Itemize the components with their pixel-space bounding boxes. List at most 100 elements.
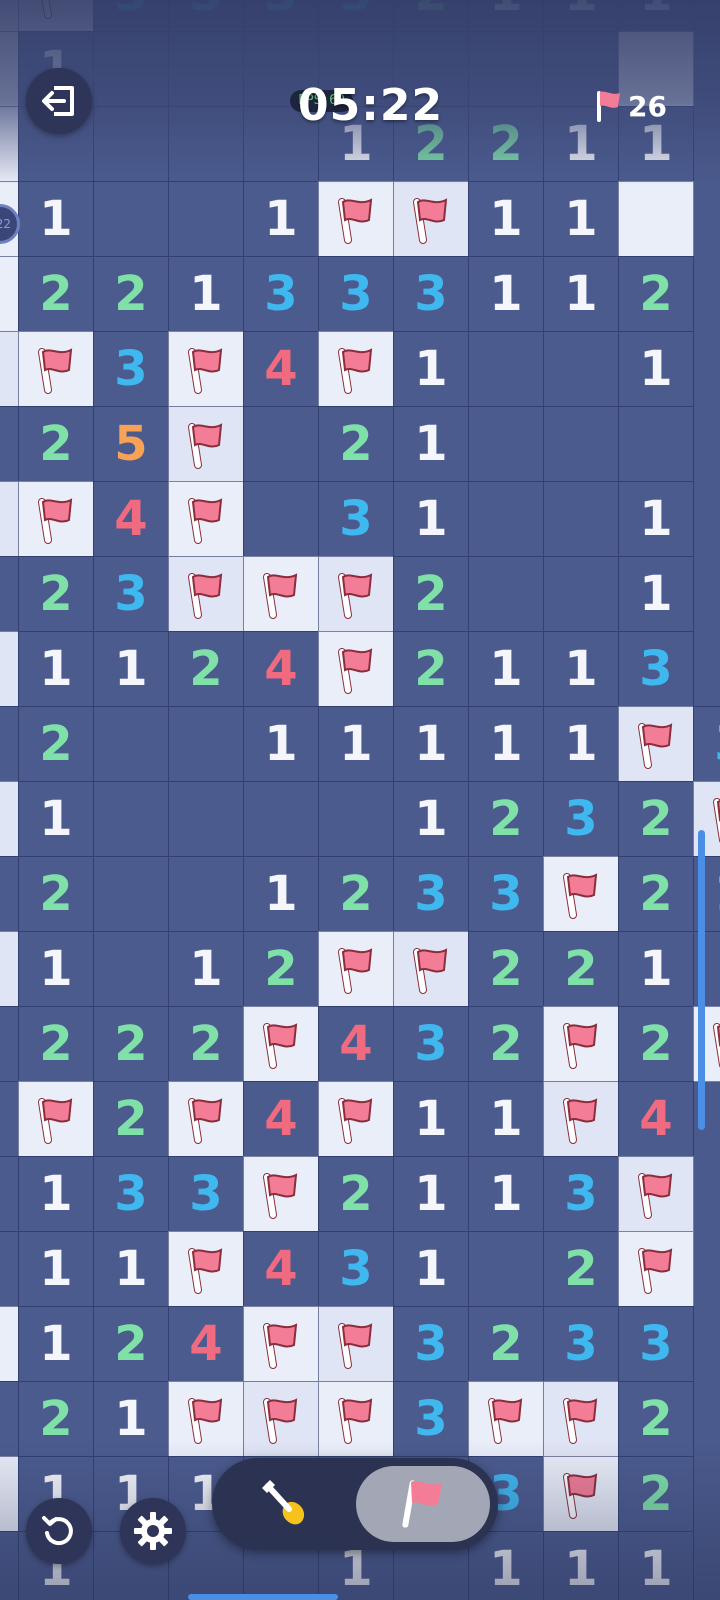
covered-cell[interactable] <box>0 31 19 107</box>
empty-cell[interactable] <box>0 856 19 932</box>
number-cell[interactable]: 3 <box>93 0 169 32</box>
number-cell[interactable]: 3 <box>543 781 619 857</box>
number-cell[interactable]: 4 <box>243 1081 319 1157</box>
number-cell[interactable]: 2 <box>93 1081 169 1157</box>
flagged-cell[interactable] <box>0 631 19 707</box>
flagged-cell[interactable] <box>393 931 469 1007</box>
empty-cell[interactable] <box>243 781 319 857</box>
flagged-cell[interactable] <box>618 706 694 782</box>
flagged-cell[interactable] <box>618 1156 694 1232</box>
number-cell[interactable]: 3 <box>543 1156 619 1232</box>
number-cell[interactable]: 1 <box>468 631 544 707</box>
empty-cell[interactable] <box>0 1381 19 1457</box>
number-cell[interactable]: 5 <box>93 406 169 482</box>
number-cell[interactable]: 2 <box>618 1006 694 1082</box>
number-cell[interactable]: 1 <box>393 481 469 557</box>
empty-cell[interactable] <box>168 31 244 107</box>
number-cell[interactable]: 3 <box>243 256 319 332</box>
number-cell[interactable]: 1 <box>18 1306 94 1382</box>
number-cell[interactable]: 2 <box>618 781 694 857</box>
empty-cell[interactable] <box>468 481 544 557</box>
number-cell[interactable]: 3 <box>468 856 544 932</box>
flagged-cell[interactable] <box>318 1081 394 1157</box>
number-cell[interactable]: 1 <box>243 706 319 782</box>
number-cell[interactable]: 1 <box>618 0 694 32</box>
flagged-cell[interactable] <box>543 1381 619 1457</box>
number-cell[interactable]: 2 <box>243 931 319 1007</box>
flagged-cell[interactable] <box>243 1306 319 1382</box>
number-cell[interactable]: 1 <box>18 931 94 1007</box>
number-cell[interactable]: 1 <box>618 931 694 1007</box>
empty-cell[interactable] <box>93 181 169 257</box>
number-cell[interactable]: 2 <box>468 781 544 857</box>
empty-cell[interactable] <box>543 406 619 482</box>
flagged-cell[interactable] <box>543 1081 619 1157</box>
number-cell[interactable]: 3 <box>93 556 169 632</box>
number-cell[interactable]: 3 <box>393 256 469 332</box>
number-cell[interactable]: 1 <box>618 331 694 407</box>
number-cell[interactable]: 1 <box>18 781 94 857</box>
flagged-cell[interactable] <box>168 1381 244 1457</box>
number-cell[interactable]: 1 <box>468 0 544 32</box>
flag-mode-button[interactable] <box>356 1466 490 1542</box>
number-cell[interactable]: 1 <box>468 1081 544 1157</box>
number-cell[interactable]: 1 <box>393 706 469 782</box>
number-cell[interactable]: 1 <box>468 1531 544 1600</box>
number-cell[interactable]: 2 <box>468 931 544 1007</box>
empty-cell[interactable] <box>93 781 169 857</box>
number-cell[interactable]: 3 <box>393 1006 469 1082</box>
empty-cell[interactable] <box>168 181 244 257</box>
flagged-cell[interactable] <box>168 556 244 632</box>
flagged-cell[interactable] <box>0 931 19 1007</box>
minesweeper-board[interactable]: 3333211111221111112213331123411252143112… <box>0 0 720 1600</box>
number-cell[interactable]: 1 <box>543 631 619 707</box>
empty-cell[interactable] <box>0 556 19 632</box>
number-cell[interactable]: 1 <box>618 481 694 557</box>
number-cell[interactable]: 4 <box>318 1006 394 1082</box>
empty-cell[interactable] <box>168 781 244 857</box>
flagged-cell[interactable] <box>168 1081 244 1157</box>
empty-cell[interactable] <box>0 1081 19 1157</box>
number-cell[interactable]: 4 <box>168 1306 244 1382</box>
flagged-cell[interactable] <box>318 1306 394 1382</box>
number-cell[interactable]: 4 <box>618 1081 694 1157</box>
empty-cell[interactable] <box>243 481 319 557</box>
empty-cell[interactable] <box>543 556 619 632</box>
number-cell[interactable]: 3 <box>393 856 469 932</box>
flagged-cell[interactable] <box>0 0 19 32</box>
number-cell[interactable]: 1 <box>393 781 469 857</box>
empty-cell[interactable] <box>0 406 19 482</box>
number-cell[interactable]: 2 <box>18 706 94 782</box>
number-cell[interactable]: 1 <box>468 256 544 332</box>
empty-cell[interactable] <box>0 1531 19 1600</box>
number-cell[interactable]: 3 <box>693 706 720 782</box>
number-cell[interactable]: 1 <box>543 0 619 32</box>
empty-cell[interactable] <box>93 106 169 182</box>
number-cell[interactable]: 1 <box>543 706 619 782</box>
flagged-cell[interactable] <box>168 406 244 482</box>
flagged-cell[interactable] <box>0 1306 19 1382</box>
number-cell[interactable]: 1 <box>393 406 469 482</box>
empty-cell[interactable] <box>468 406 544 482</box>
flagged-cell[interactable] <box>0 481 19 557</box>
number-cell[interactable]: 2 <box>543 931 619 1007</box>
empty-cell[interactable] <box>543 481 619 557</box>
number-cell[interactable]: 1 <box>393 1231 469 1307</box>
number-cell[interactable]: 1 <box>468 1156 544 1232</box>
number-cell[interactable]: 2 <box>468 1006 544 1082</box>
number-cell[interactable]: 3 <box>93 1156 169 1232</box>
empty-cell[interactable] <box>168 856 244 932</box>
flagged-cell[interactable] <box>318 556 394 632</box>
flagged-cell[interactable] <box>18 481 94 557</box>
settings-button[interactable] <box>120 1498 186 1564</box>
restart-button[interactable] <box>26 1498 92 1564</box>
number-cell[interactable]: 1 <box>243 856 319 932</box>
number-cell[interactable]: 2 <box>18 856 94 932</box>
number-cell[interactable]: 1 <box>318 706 394 782</box>
flagged-cell[interactable] <box>243 1006 319 1082</box>
flagged-cell[interactable] <box>168 1231 244 1307</box>
number-cell[interactable]: 2 <box>18 406 94 482</box>
number-cell[interactable]: 1 <box>393 1156 469 1232</box>
number-cell[interactable]: 2 <box>318 856 394 932</box>
empty-cell[interactable] <box>618 406 694 482</box>
